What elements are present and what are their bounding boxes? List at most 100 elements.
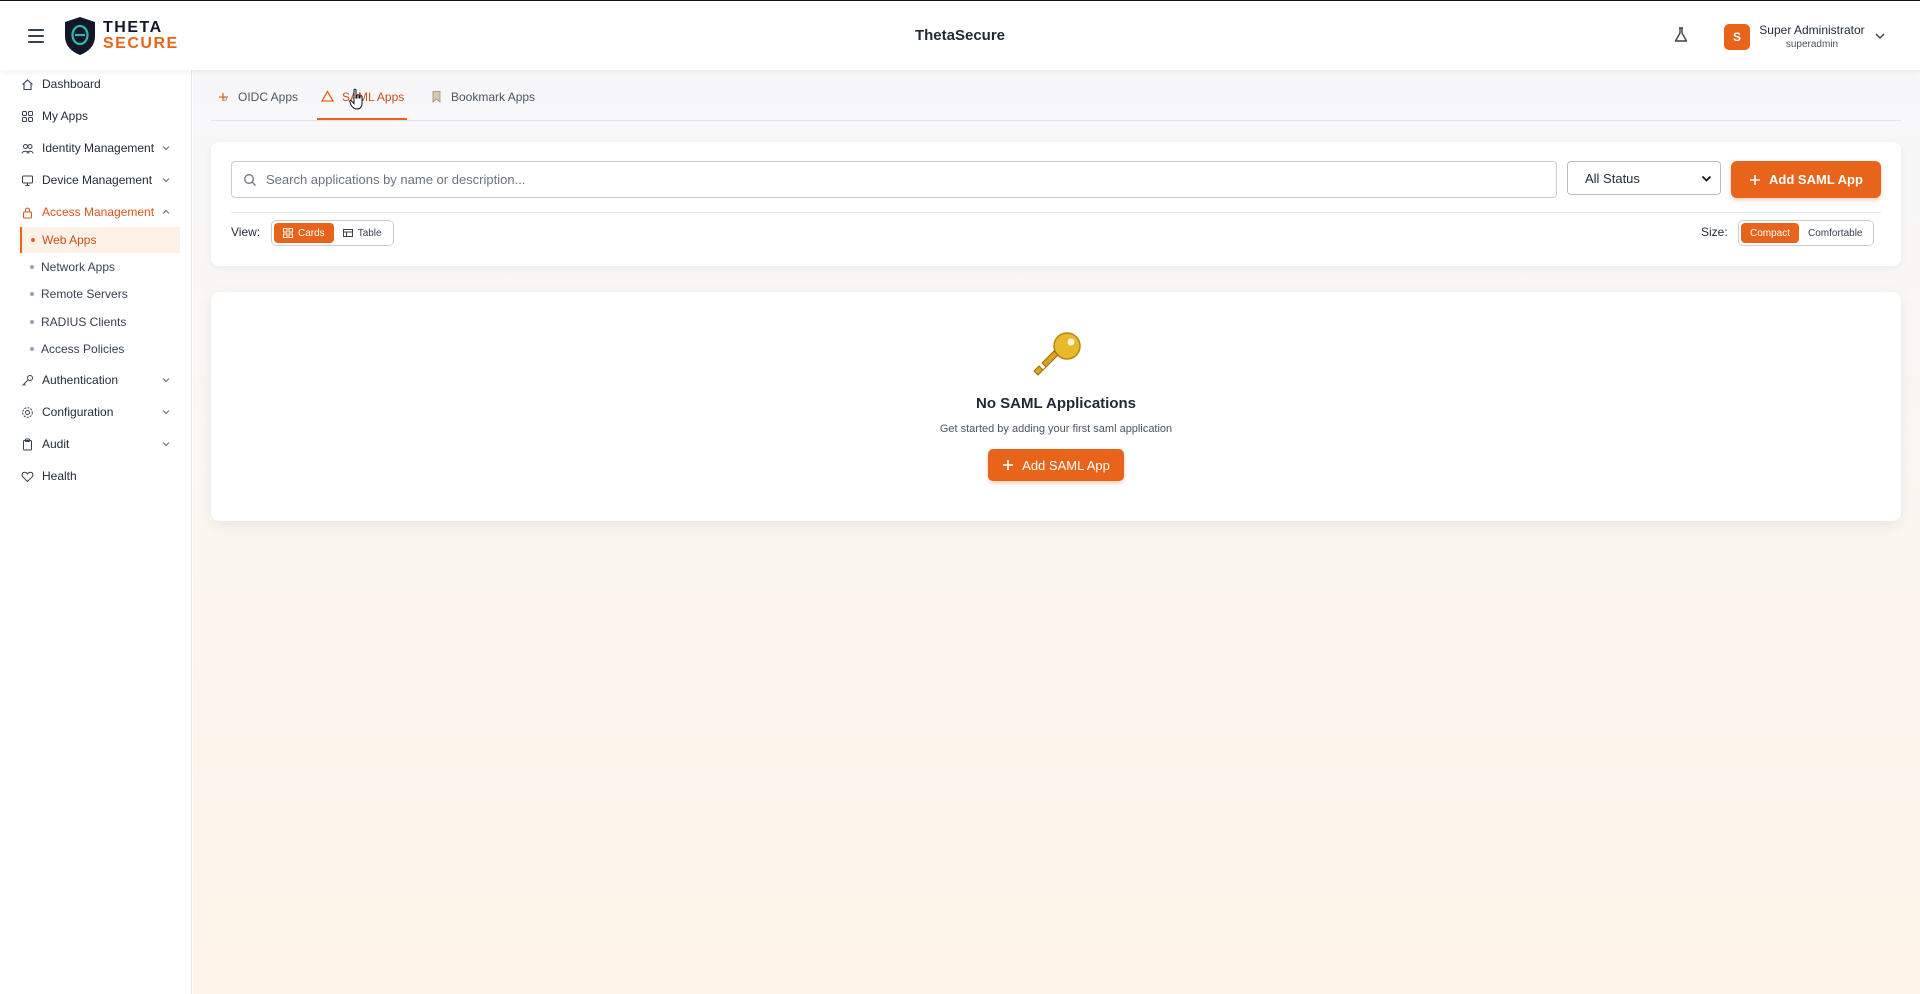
sidebar-item-identity-management[interactable]: Identity Management	[0, 135, 192, 161]
divider	[231, 212, 1881, 213]
sidebar-item-my-apps[interactable]: My Apps	[0, 103, 192, 129]
sidebar-item-label: Dashboard	[42, 77, 101, 91]
sidebar-subitem-radius-clients[interactable]: RADIUS Clients	[20, 309, 180, 335]
sidebar-subitem-label: Network Apps	[41, 260, 116, 274]
view-cards-label: Cards	[298, 227, 325, 239]
empty-state-subtitle: Get started by adding your first saml ap…	[939, 423, 1173, 435]
sidebar-item-health[interactable]: Health	[0, 463, 192, 489]
sidebar-subitem-remote-servers[interactable]: Remote Servers	[20, 281, 180, 307]
heart-icon	[21, 471, 34, 482]
hand-cursor-icon	[349, 88, 363, 110]
bullet-icon	[30, 320, 34, 324]
sidebar-item-label: Device Management	[42, 173, 153, 187]
bullet-icon	[30, 265, 34, 269]
filter-toolbar: All Status Add SAML App View: Cards Tabl…	[211, 142, 1901, 266]
chevron-down-icon	[162, 178, 170, 183]
flask-icon[interactable]	[1672, 26, 1690, 44]
tab-bookmark-apps[interactable]: Bookmark Apps	[430, 90, 535, 120]
chevron-up-icon	[162, 209, 170, 214]
top-header: THETA SECURE ThetaSecure S Super Adminis…	[0, 0, 1920, 70]
sidebar-subitem-access-policies[interactable]: Access Policies	[20, 336, 180, 362]
tab-oidc-apps[interactable]: OIDC Apps	[217, 90, 298, 120]
chevron-down-icon	[162, 442, 170, 447]
user-menu[interactable]: Super Administrator superadmin	[1756, 23, 1868, 50]
key-icon	[22, 374, 33, 386]
add-button-label: Add SAML App	[1769, 172, 1863, 187]
home-icon	[22, 78, 33, 90]
status-filter-select[interactable]: All Status	[1567, 161, 1721, 195]
bullet-icon	[31, 238, 35, 242]
plus-icon	[1003, 460, 1014, 470]
size-toggle: Compact Comfortable	[1738, 220, 1875, 246]
sidebar-subitem-label: RADIUS Clients	[41, 315, 127, 329]
hamburger-menu-icon[interactable]	[28, 29, 44, 43]
sidebar-item-label: Authentication	[42, 373, 119, 387]
chevron-down-icon[interactable]	[1874, 30, 1886, 42]
bullet-icon	[30, 292, 34, 296]
add-saml-app-button[interactable]: Add SAML App	[1731, 161, 1881, 198]
status-filter-value: All Status	[1585, 170, 1640, 186]
sidebar-item-label: Health	[42, 469, 77, 483]
app-title: ThetaSecure	[914, 27, 1006, 44]
sidebar-subitem-network-apps[interactable]: Network Apps	[20, 254, 180, 280]
sidebar-subitem-label: Remote Servers	[41, 287, 128, 301]
empty-add-saml-app-button[interactable]: Add SAML App	[988, 449, 1124, 481]
bookmark-icon	[432, 91, 441, 103]
bullet-icon	[30, 347, 34, 351]
user-name: Super Administrator	[1759, 23, 1865, 37]
brand-text-secure: SECURE	[103, 35, 179, 52]
tab-label: Bookmark Apps	[451, 90, 536, 104]
sidebar-item-configuration[interactable]: Configuration	[0, 399, 192, 425]
chevron-down-icon	[162, 146, 170, 151]
view-cards-button[interactable]: Cards	[274, 223, 334, 243]
sidebar-item-dashboard[interactable]: Dashboard	[0, 71, 192, 97]
sidebar-item-label: Access Management	[42, 205, 155, 219]
brand-logo[interactable]: THETA SECURE	[63, 16, 179, 56]
sidebar-subitem-label: Access Policies	[41, 342, 125, 356]
lock-icon	[23, 207, 32, 218]
plus-icon	[1750, 174, 1761, 185]
sidebar-item-device-management[interactable]: Device Management	[0, 167, 192, 193]
app-type-tabs: OIDC Apps SAML Apps Bookmark Apps	[211, 70, 1901, 121]
grid-icon	[22, 110, 33, 122]
key-icon	[1033, 332, 1081, 376]
view-label: View:	[231, 225, 261, 239]
size-compact-label: Compact	[1750, 227, 1791, 239]
sidebar-item-audit[interactable]: Audit	[0, 431, 192, 457]
sidebar-subitem-label: Web Apps	[42, 233, 97, 247]
gear-icon	[22, 406, 33, 418]
grid-icon	[283, 228, 293, 238]
search-icon	[244, 173, 256, 186]
search-input[interactable]	[266, 172, 1546, 187]
sidebar-subitem-web-apps[interactable]: Web Apps	[20, 227, 180, 253]
sidebar-item-label: Configuration	[42, 405, 114, 419]
sidebar: Dashboard My Apps Identity Management De…	[0, 70, 192, 994]
empty-state-card: No SAML Applications Get started by addi…	[211, 292, 1901, 521]
search-box[interactable]	[231, 161, 1557, 198]
monitor-icon	[22, 175, 33, 186]
empty-add-button-label: Add SAML App	[1022, 457, 1110, 473]
clipboard-icon	[23, 438, 32, 450]
chevron-down-icon	[162, 378, 170, 383]
empty-state-title: No SAML Applications	[975, 395, 1136, 412]
size-comfortable-label: Comfortable	[1808, 227, 1863, 239]
users-icon	[21, 143, 34, 154]
user-login: superadmin	[1785, 39, 1839, 50]
view-table-label: Table	[357, 227, 382, 239]
brand-text-theta: THETA	[103, 19, 163, 36]
chevron-down-icon	[162, 410, 170, 415]
shield-logo-icon	[65, 17, 95, 55]
view-table-button[interactable]: Table	[334, 223, 391, 243]
user-avatar[interactable]: S	[1724, 24, 1750, 50]
sidebar-item-authentication[interactable]: Authentication	[0, 367, 192, 393]
sidebar-item-label: Audit	[42, 437, 70, 451]
size-label: Size:	[1701, 225, 1728, 239]
sidebar-item-access-management[interactable]: Access Management	[0, 199, 192, 225]
size-compact-button[interactable]: Compact	[1741, 223, 1800, 243]
tab-label: OIDC Apps	[238, 90, 299, 104]
size-comfortable-button[interactable]: Comfortable	[1799, 223, 1871, 243]
table-icon	[342, 229, 353, 237]
sidebar-item-label: My Apps	[42, 109, 89, 123]
sidebar-item-label: Identity Management	[42, 141, 155, 155]
chevron-down-icon	[1701, 175, 1712, 182]
